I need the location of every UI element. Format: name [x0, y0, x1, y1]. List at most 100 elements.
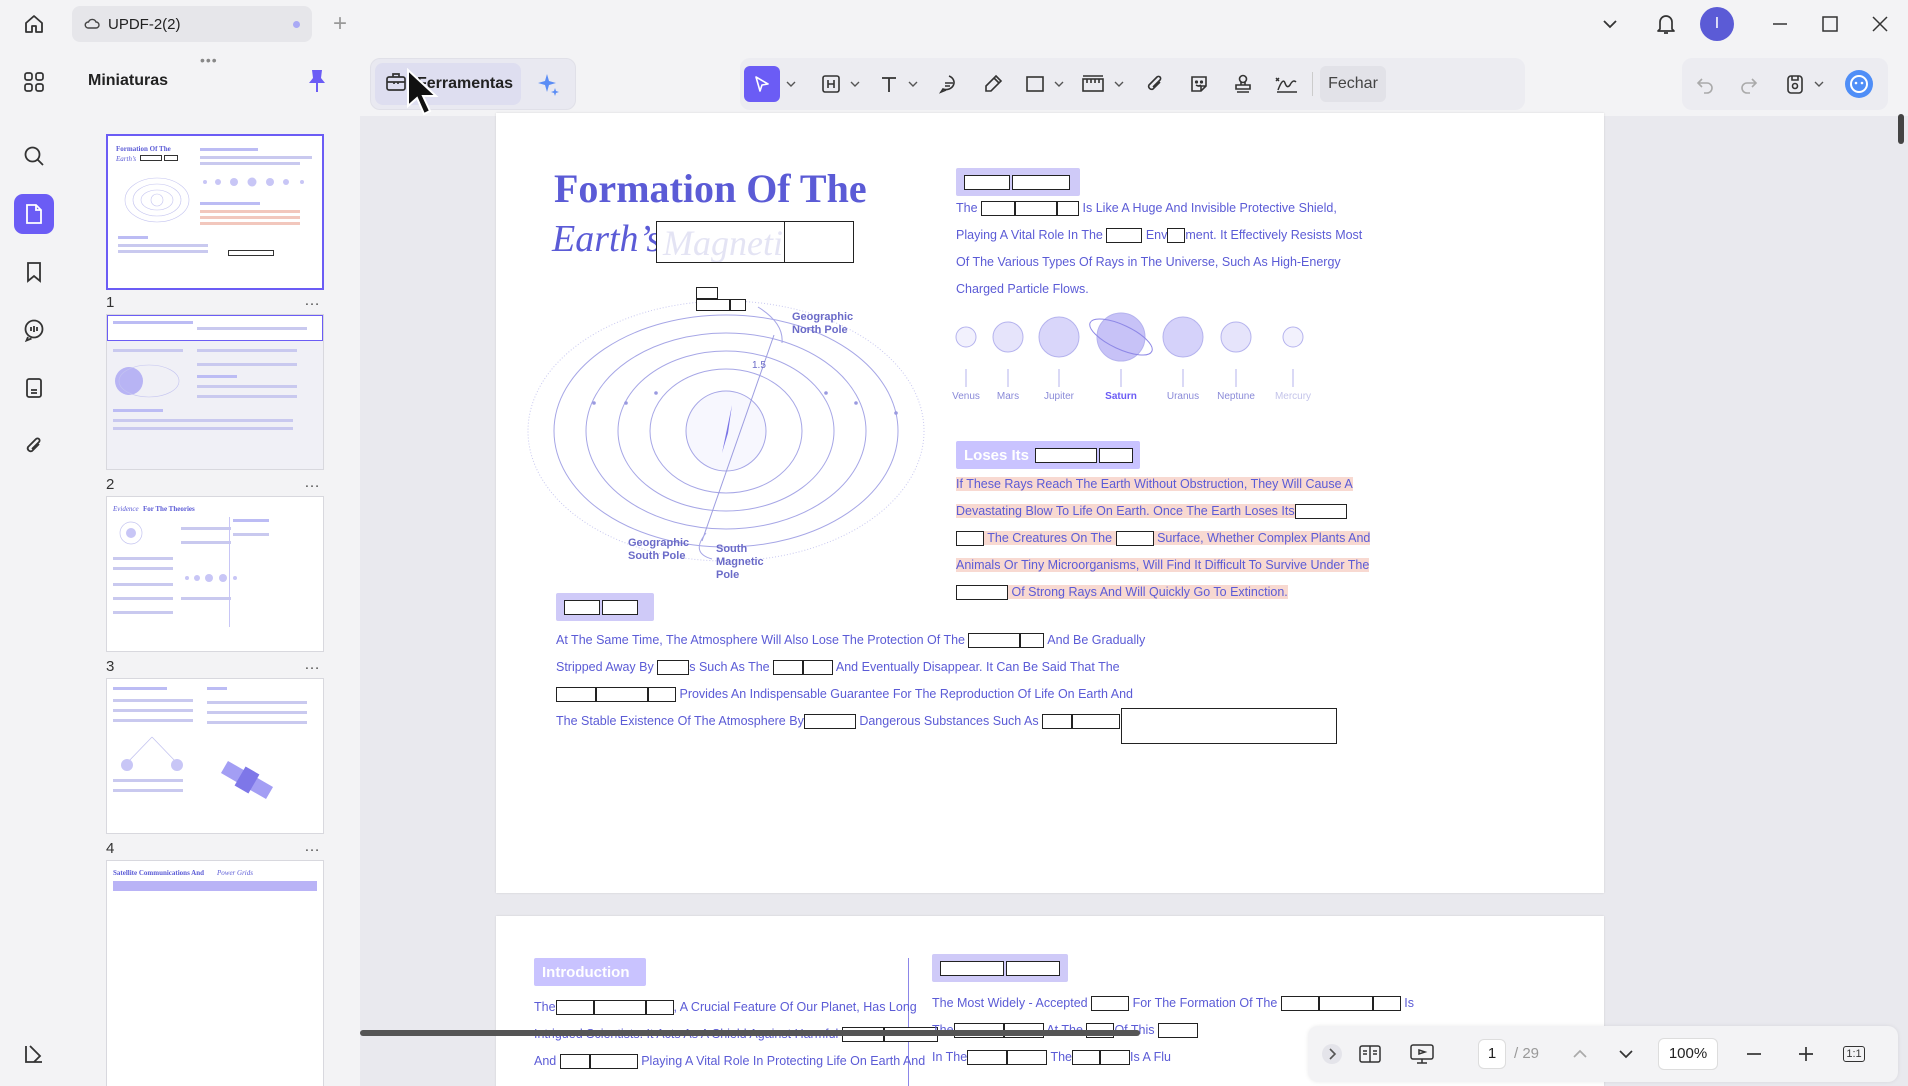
- chevron-down-icon[interactable]: [1054, 79, 1064, 89]
- zoom-in-icon[interactable]: [1790, 1038, 1822, 1070]
- vertical-scrollbar[interactable]: [1898, 114, 1904, 144]
- toolbox-icon: [385, 71, 407, 98]
- attach-file-icon[interactable]: [1138, 66, 1172, 102]
- zoom-level[interactable]: 100%: [1658, 1038, 1718, 1070]
- ai-sparkle-icon[interactable]: [529, 67, 567, 103]
- pin-icon[interactable]: [306, 68, 330, 96]
- thumbnails-panel: ••• Miniaturas Formation Of The Earth’s …: [68, 48, 360, 1086]
- chevron-down-icon[interactable]: [786, 79, 796, 89]
- redaction-box: [730, 299, 746, 311]
- close-icon[interactable]: [1864, 8, 1896, 40]
- document-tab[interactable]: UPDF-2(2): [72, 6, 312, 42]
- section-tag: Loses Its: [956, 441, 1140, 469]
- attachment-icon[interactable]: [14, 426, 54, 466]
- stamp-icon[interactable]: [1226, 66, 1260, 102]
- measure-tool-icon[interactable]: [1076, 66, 1110, 102]
- highlight-text-icon[interactable]: [816, 66, 846, 102]
- section-tag: [556, 593, 654, 621]
- edit-tools-group: Fechar: [740, 58, 1525, 110]
- page-thumbnail-3[interactable]: Evidence For The Theories: [106, 496, 324, 652]
- tools-button[interactable]: Ferramentas: [375, 63, 521, 105]
- page-thumbnail-1[interactable]: Formation Of The Earth’s: [106, 134, 324, 290]
- paragraph-2: If These Rays Reach The Earth Without Ob…: [956, 477, 1371, 601]
- panel-grip[interactable]: •••: [200, 52, 218, 68]
- redaction-box: [1121, 708, 1337, 744]
- section-tag: Introduction: [534, 958, 646, 986]
- magnetic-field-diagram: [527, 300, 925, 562]
- chevron-down-icon[interactable]: [1814, 79, 1824, 89]
- add-tab-button[interactable]: +: [326, 10, 354, 38]
- presentation-icon[interactable]: [1406, 1038, 1438, 1070]
- unsaved-dot: [293, 21, 300, 28]
- chevron-down-icon[interactable]: [1114, 79, 1124, 89]
- signature-icon[interactable]: [1270, 66, 1304, 102]
- sticker-icon[interactable]: [1182, 66, 1216, 102]
- redaction-box: [696, 287, 718, 299]
- zoom-out-icon[interactable]: [1738, 1038, 1770, 1070]
- layers-icon[interactable]: [14, 1034, 54, 1074]
- previous-page-icon[interactable]: [1564, 1038, 1596, 1070]
- redaction-box: [784, 221, 854, 263]
- panel-title: Miniaturas: [88, 72, 169, 89]
- planet-label: Jupiter: [1043, 391, 1074, 402]
- section-tag: [932, 954, 1068, 982]
- pages-icon[interactable]: [14, 368, 54, 408]
- undo-icon[interactable]: [1690, 66, 1720, 102]
- search-icon[interactable]: [14, 136, 54, 176]
- maximize-icon[interactable]: [1814, 8, 1846, 40]
- tools-group: Ferramentas: [370, 58, 576, 110]
- grid-view-icon[interactable]: [14, 62, 54, 102]
- paragraph-1: The Is Like A Huge And Invisible Protect…: [956, 201, 1363, 296]
- redo-icon[interactable]: [1734, 66, 1764, 102]
- pdf-page-1[interactable]: Formation Of The Earth’s Magnetic Field: [496, 113, 1604, 893]
- mouse-cursor-icon: [407, 68, 439, 116]
- select-tool-icon[interactable]: [744, 66, 780, 102]
- bookmark-icon[interactable]: [14, 252, 54, 292]
- section-tag: [956, 168, 1080, 196]
- page-thumbnail-5[interactable]: Satellite Communications And Power Grids: [106, 860, 324, 1086]
- minimize-icon[interactable]: [1764, 8, 1796, 40]
- comment-icon[interactable]: [14, 310, 54, 350]
- page-number-input[interactable]: 1: [1478, 1039, 1506, 1069]
- thumbnails-icon[interactable]: [14, 194, 54, 234]
- page-title-italic: Earth’s: [552, 218, 662, 260]
- rectangle-tool-icon[interactable]: [1020, 66, 1050, 102]
- diagram-label: Geographic South Pole: [628, 537, 690, 562]
- document-canvas[interactable]: Ferramentas Fechar Formation Of The Eart…: [360, 48, 1908, 1086]
- comment-tool-icon[interactable]: [932, 66, 966, 102]
- home-icon[interactable]: [18, 8, 50, 40]
- page-navigation-bar: 1 / 29 100% 1:1: [1308, 1026, 1898, 1082]
- user-avatar[interactable]: I: [1700, 7, 1734, 41]
- more-options-icon[interactable]: …: [304, 292, 321, 310]
- page-thumbnail-2[interactable]: [106, 314, 324, 470]
- chevron-down-icon[interactable]: [850, 79, 860, 89]
- title-bar: UPDF-2(2) + I: [0, 0, 1908, 48]
- expand-nav-icon[interactable]: [1316, 1038, 1348, 1070]
- chevron-down-icon[interactable]: [1596, 10, 1624, 38]
- pen-tool-icon[interactable]: [976, 66, 1010, 102]
- ai-assistant-icon[interactable]: [1842, 66, 1876, 102]
- planets-illustration: [955, 312, 1304, 387]
- ghost-title-text: Magnetic Field: [663, 223, 803, 263]
- bell-icon[interactable]: [1650, 8, 1682, 40]
- next-page-icon[interactable]: [1610, 1038, 1642, 1070]
- redaction-box: [696, 299, 730, 311]
- more-options-icon[interactable]: …: [304, 656, 321, 674]
- thumbnail-number: 4: [106, 840, 115, 857]
- thumbnail-number: 1: [106, 294, 115, 311]
- more-options-icon[interactable]: …: [304, 838, 321, 856]
- horizontal-scrollbar[interactable]: [360, 1030, 1140, 1036]
- chevron-down-icon[interactable]: [908, 79, 918, 89]
- angle-label: 1.5: [752, 360, 766, 371]
- paragraph-3: At The Same Time, The Atmosphere Will Al…: [556, 633, 1146, 730]
- text-tool-icon[interactable]: [874, 66, 904, 102]
- more-options-icon[interactable]: …: [304, 474, 321, 492]
- actual-size-icon[interactable]: 1:1: [1838, 1038, 1870, 1070]
- page-total: / 29: [1514, 1045, 1540, 1062]
- save-icon[interactable]: [1780, 66, 1810, 102]
- close-tools-button[interactable]: Fechar: [1320, 66, 1386, 102]
- page-layout-icon[interactable]: [1354, 1038, 1386, 1070]
- page-title: Formation Of The: [554, 166, 867, 211]
- left-rail: [0, 48, 68, 1086]
- page-thumbnail-4[interactable]: [106, 678, 324, 834]
